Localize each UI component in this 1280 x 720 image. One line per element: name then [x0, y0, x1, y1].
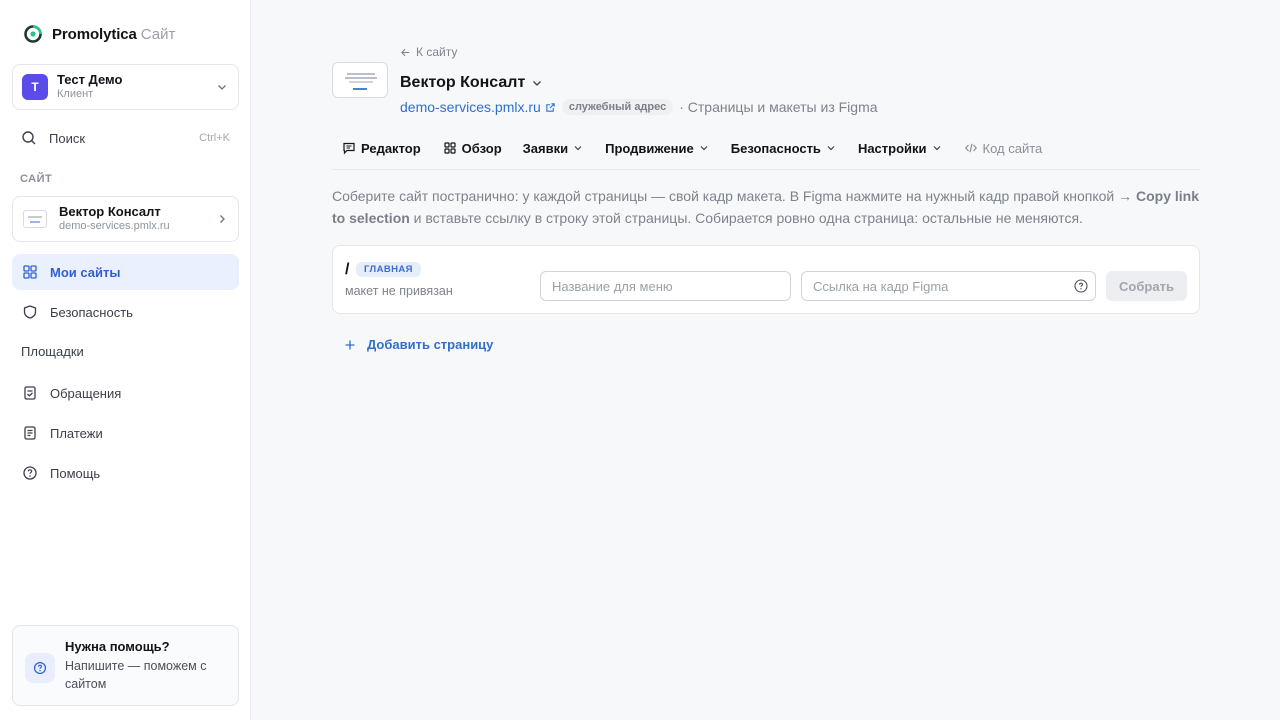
- site-preview-thumbnail[interactable]: [332, 62, 388, 98]
- account-name: Тест Демо: [57, 72, 123, 87]
- chevron-down-icon: [533, 81, 542, 86]
- tab-security[interactable]: Безопасность: [731, 137, 836, 159]
- sidebar-item-security[interactable]: Безопасность: [12, 294, 239, 330]
- back-to-site-link[interactable]: К сайту: [400, 45, 457, 59]
- page-row: / ГЛАВНАЯ макет не привязан Собрать: [332, 245, 1200, 314]
- site-tabs: Редактор Обзор Заявки Продвижение Безопа…: [332, 133, 1200, 170]
- chevron-down-icon: [218, 85, 226, 90]
- sidebar: Promolytica Сайт Т Тест Демо Клиент Поиск…: [0, 0, 251, 720]
- layout-status: макет не привязан: [345, 284, 453, 298]
- tab-requests[interactable]: Заявки: [523, 137, 583, 159]
- chevron-right-icon: [220, 215, 225, 223]
- sidebar-item-label: Помощь: [50, 465, 101, 481]
- sidebar-item-payments[interactable]: Платежи: [12, 415, 239, 451]
- site-meta: demo-services.pmlx.ru служебный адрес · …: [400, 98, 878, 116]
- grid-icon: [444, 142, 456, 154]
- tab-site-code[interactable]: Код сайта: [964, 137, 1042, 159]
- sidebar-item-label: Безопасность: [50, 304, 133, 320]
- sidebar-item-requests[interactable]: Обращения: [12, 375, 239, 411]
- site-name: Вектор Консалт: [59, 204, 161, 219]
- search-button[interactable]: Поиск Ctrl+K: [12, 124, 239, 152]
- search-icon: [22, 131, 36, 145]
- arrow-left-icon: [401, 48, 410, 56]
- plus-icon: [345, 340, 355, 349]
- sidebar-item-label: Платежи: [50, 425, 103, 441]
- brand-name: Promolytica: [52, 25, 137, 43]
- help-title: Нужна помощь?: [65, 639, 170, 654]
- back-label: К сайту: [416, 45, 458, 59]
- sidebar-item-label: Обращения: [50, 385, 122, 401]
- shield-icon: [23, 305, 37, 319]
- help-card[interactable]: Нужна помощь? Напишите — поможем с сайто…: [12, 625, 239, 706]
- chevron-down-icon: [700, 146, 708, 151]
- site-title-switcher[interactable]: Вектор Консалт: [400, 74, 543, 92]
- help-circle-icon[interactable]: [1074, 279, 1088, 293]
- site-meta-text: · Страницы и макеты из Figma: [679, 99, 878, 115]
- help-circle-icon: [23, 466, 37, 480]
- figma-link-input[interactable]: [801, 271, 1096, 301]
- brand-sub: Сайт: [140, 25, 176, 43]
- menu-name-input[interactable]: [540, 271, 791, 301]
- tab-editor[interactable]: Редактор: [342, 137, 421, 159]
- domain-link[interactable]: demo-services.pmlx.ru: [400, 99, 541, 115]
- sidebar-item-my-sites[interactable]: Мои сайты: [12, 254, 239, 290]
- page-path: /: [345, 261, 350, 278]
- section-label-site: САЙТ: [20, 173, 53, 185]
- chevron-down-icon: [574, 146, 582, 151]
- tab-settings[interactable]: Настройки: [858, 137, 942, 159]
- brand[interactable]: Promolytica Сайт: [24, 24, 175, 44]
- tab-overview[interactable]: Обзор: [443, 137, 502, 159]
- help-text: Напишите — поможем с сайтом: [65, 659, 207, 691]
- add-page-button[interactable]: Добавить страницу: [344, 337, 493, 352]
- search-shortcut: Ctrl+K: [199, 132, 230, 144]
- page-title: Вектор Консалт: [400, 74, 526, 91]
- current-site-card[interactable]: Вектор Консалт demo-services.pmlx.ru: [12, 196, 239, 242]
- site-domain: demo-services.pmlx.ru: [59, 220, 170, 232]
- promolytica-logo-icon: [24, 25, 42, 43]
- chevron-down-icon: [933, 146, 940, 151]
- receipt-icon: [24, 426, 36, 440]
- external-link-icon[interactable]: [545, 102, 556, 113]
- code-icon: [964, 143, 977, 153]
- grid-icon: [23, 265, 37, 279]
- site-thumbnail: [23, 210, 47, 228]
- build-button[interactable]: Собрать: [1106, 271, 1187, 301]
- avatar: Т: [22, 74, 48, 100]
- sidebar-item-help[interactable]: Помощь: [12, 455, 239, 491]
- account-role: Клиент: [57, 88, 94, 100]
- tab-promotion[interactable]: Продвижение: [605, 137, 709, 159]
- sidebar-item-platforms[interactable]: Площадки: [21, 344, 84, 359]
- help-circle-icon: [33, 661, 47, 675]
- clipboard-check-icon: [24, 386, 36, 400]
- main-page-badge: ГЛАВНАЯ: [356, 262, 421, 277]
- intro-text: Соберите сайт постранично: у каждой стра…: [332, 188, 1200, 226]
- chevron-down-icon: [827, 146, 835, 151]
- account-switcher[interactable]: Т Тест Демо Клиент: [12, 64, 239, 110]
- sidebar-item-label: Мои сайты: [50, 264, 121, 280]
- help-card-icon-wrap: [25, 653, 55, 683]
- service-address-badge: служебный адрес: [561, 99, 674, 115]
- main-content: К сайту Вектор Консалт demo-services.pml…: [252, 0, 1280, 720]
- search-label: Поиск: [49, 130, 86, 146]
- message-square-icon: [343, 142, 355, 155]
